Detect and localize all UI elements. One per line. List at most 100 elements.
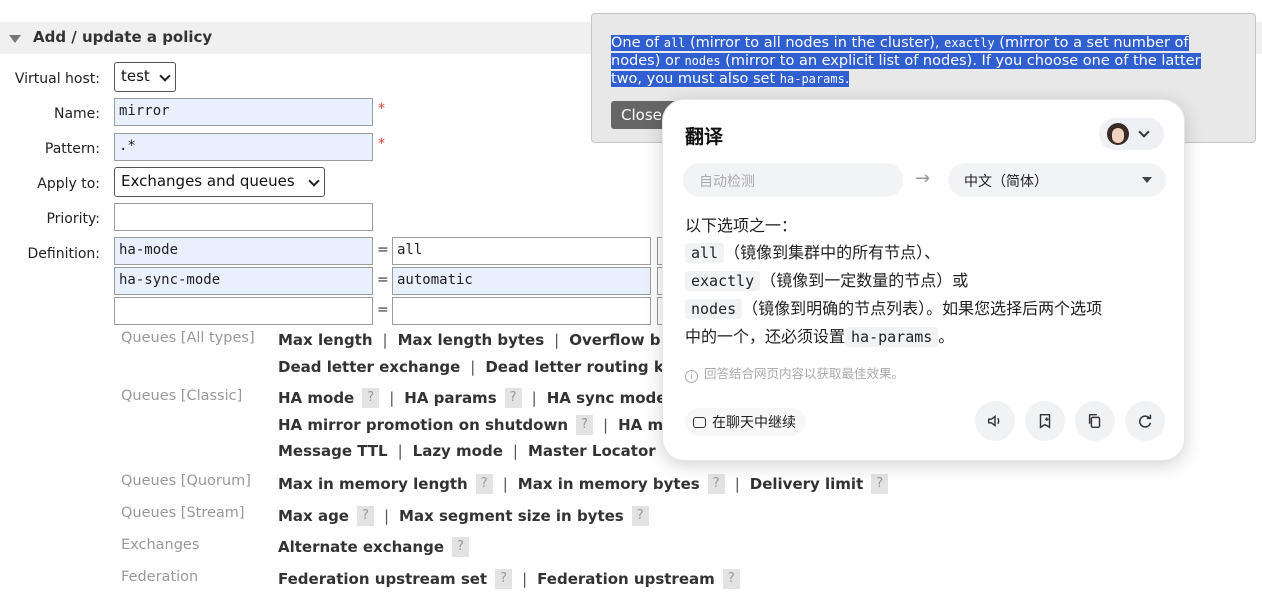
option-overflow[interactable]: Overflow b xyxy=(569,331,660,349)
copy-icon[interactable] xyxy=(1075,401,1115,441)
refresh-icon[interactable] xyxy=(1125,401,1165,441)
definition-value-input[interactable]: all xyxy=(392,237,651,265)
help-icon[interactable]: ? xyxy=(631,506,649,526)
definition-key-input[interactable] xyxy=(114,297,373,325)
option-ha-sync-mode[interactable]: HA sync mode xyxy=(547,389,667,407)
help-text-fragment: two, you must also set xyxy=(611,71,780,87)
translation-code: ha-params xyxy=(845,327,939,347)
options-row-classic-1: HA mode ? | HA params ? | HA sync mode xyxy=(278,388,666,408)
vhost-select[interactable]: test xyxy=(114,62,176,92)
help-icon[interactable]: ? xyxy=(495,569,513,589)
options-row-all-1: Max length | Max length bytes | Overflow… xyxy=(278,331,661,349)
translation-line: 。 xyxy=(938,327,955,346)
option-ha-mode[interactable]: HA mode xyxy=(278,389,354,407)
section-title: Add / update a policy xyxy=(33,28,213,46)
target-language-select[interactable]: 中文（简体） xyxy=(948,163,1166,197)
speaker-icon[interactable] xyxy=(975,401,1015,441)
category-federation: Federation xyxy=(121,569,199,585)
name-label: Name: xyxy=(53,106,100,122)
separator: | xyxy=(522,570,528,588)
help-icon[interactable]: ? xyxy=(475,474,493,494)
options-row-classic-3: Message TTL | Lazy mode | Master Locator xyxy=(278,442,656,460)
help-icon[interactable]: ? xyxy=(707,474,725,494)
continue-in-chat-label: 在聊天中继续 xyxy=(712,415,796,431)
translation-code: all xyxy=(685,243,725,263)
option-ha-mirror-promotion-failure[interactable]: HA m xyxy=(618,416,663,434)
name-input[interactable]: mirror xyxy=(114,98,373,126)
separator: | xyxy=(512,442,518,460)
category-queues-all: Queues [All types] xyxy=(121,330,255,346)
help-code: ha-params xyxy=(779,72,845,86)
translation-line: 中的一个，还必须设置 xyxy=(685,327,846,346)
option-ha-params[interactable]: HA params xyxy=(404,389,496,407)
option-ha-mirror-promotion-shutdown[interactable]: HA mirror promotion on shutdown xyxy=(278,416,568,434)
option-alternate-exchange[interactable]: Alternate exchange xyxy=(278,538,444,556)
option-max-in-memory-bytes[interactable]: Max in memory bytes xyxy=(518,475,700,493)
chat-bubble-icon xyxy=(693,417,706,428)
separator: | xyxy=(397,442,403,460)
help-icon[interactable]: ? xyxy=(871,474,889,494)
continue-in-chat-button[interactable]: 在聊天中继续 xyxy=(685,408,806,436)
required-mark: * xyxy=(378,101,385,117)
help-text-fragment: (mirror to a set number of xyxy=(994,35,1189,51)
separator: | xyxy=(383,507,390,525)
pattern-input[interactable]: .* xyxy=(114,133,373,161)
option-master-locator[interactable]: Master Locator xyxy=(528,442,656,460)
help-icon[interactable]: ? xyxy=(362,388,380,408)
bookmark-icon[interactable] xyxy=(1025,401,1065,441)
priority-input[interactable] xyxy=(114,203,373,231)
translation-code: exactly xyxy=(685,271,761,291)
options-row-all-2: Dead letter exchange | Dead letter routi… xyxy=(278,358,664,376)
category-queues-stream: Queues [Stream] xyxy=(121,505,245,521)
help-code: nodes xyxy=(684,54,721,68)
translation-code: nodes xyxy=(685,299,743,319)
option-max-in-memory-length[interactable]: Max in memory length xyxy=(278,475,468,493)
chevron-down-icon xyxy=(159,70,171,82)
separator: | xyxy=(389,389,395,407)
category-exchanges: Exchanges xyxy=(121,537,200,553)
definition-key-input[interactable]: ha-mode xyxy=(114,237,373,265)
option-federation-upstream-set[interactable]: Federation upstream set xyxy=(278,570,487,588)
option-max-length-bytes[interactable]: Max length bytes xyxy=(398,331,545,349)
definition-label: Definition: xyxy=(27,246,100,262)
option-max-segment-size[interactable]: Max segment size in bytes xyxy=(399,507,624,525)
source-language-select[interactable]: 自动检测 xyxy=(683,163,903,197)
option-dead-letter-exchange[interactable]: Dead letter exchange xyxy=(278,358,460,376)
option-federation-upstream[interactable]: Federation upstream xyxy=(537,570,715,588)
help-text-fragment: One of xyxy=(611,35,664,51)
help-code: exactly xyxy=(944,36,995,50)
option-max-age[interactable]: Max age xyxy=(278,507,349,525)
separator: | xyxy=(734,475,740,493)
account-menu-button[interactable] xyxy=(1099,118,1164,150)
arrow-right-icon: → xyxy=(915,168,931,189)
collapse-triangle-icon[interactable] xyxy=(9,35,21,43)
help-icon[interactable]: ? xyxy=(722,569,740,589)
options-row-classic-2: HA mirror promotion on shutdown ? | HA m xyxy=(278,415,663,435)
definition-value-input[interactable] xyxy=(392,297,651,325)
definition-value-input[interactable]: automatic xyxy=(392,267,651,295)
priority-label: Priority: xyxy=(46,211,100,227)
help-icon[interactable]: ? xyxy=(452,537,469,557)
dropdown-triangle-icon xyxy=(1142,177,1152,183)
option-max-length[interactable]: Max length xyxy=(278,331,373,349)
equals-sign: = xyxy=(377,242,389,258)
help-text: One of all (mirror to all nodes in the c… xyxy=(611,34,1241,88)
translation-line: （镜像到明确的节点列表）。如果您选择后两个选项 xyxy=(742,299,1103,318)
option-message-ttl[interactable]: Message TTL xyxy=(278,442,388,460)
separator: | xyxy=(554,331,560,349)
help-icon[interactable]: ? xyxy=(504,388,522,408)
equals-sign: = xyxy=(377,272,389,288)
option-lazy-mode[interactable]: Lazy mode xyxy=(413,442,503,460)
separator: | xyxy=(502,475,508,493)
apply-to-select[interactable]: Exchanges and queues xyxy=(114,167,325,197)
help-icon[interactable]: ? xyxy=(576,415,594,435)
option-dead-letter-routing-key[interactable]: Dead letter routing k xyxy=(485,358,663,376)
help-icon[interactable]: ? xyxy=(356,506,374,526)
help-text-fragment: (mirror to all nodes in the cluster), xyxy=(685,35,945,51)
definition-key-input[interactable]: ha-sync-mode xyxy=(114,267,373,295)
options-row-stream: Max age ? | Max segment size in bytes ? xyxy=(278,506,649,526)
help-code: all xyxy=(663,36,686,50)
vhost-value: test xyxy=(121,67,150,85)
option-delivery-limit[interactable]: Delivery limit xyxy=(750,475,863,493)
translate-title: 翻译 xyxy=(685,126,724,148)
